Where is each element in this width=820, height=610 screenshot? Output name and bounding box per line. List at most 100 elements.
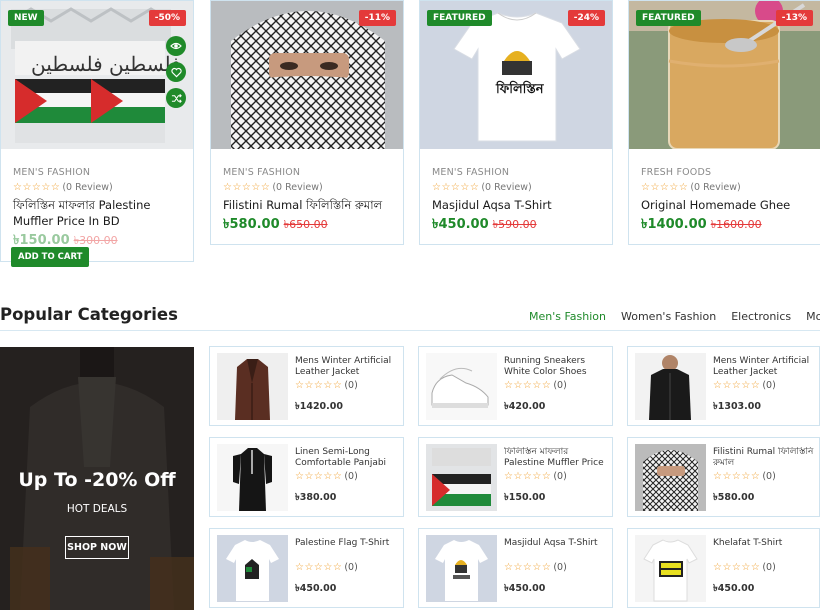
current-price: ৳1400.00 [641, 217, 707, 232]
star-rating-icons: ☆☆☆☆☆ [713, 562, 761, 573]
product-price: ৳450.00 [713, 583, 755, 594]
review-count: (0) [344, 471, 358, 482]
product-name[interactable]: ফিলিস্তিন মাফলার Palestine Muffler Price… [13, 197, 185, 229]
product-thumbnail[interactable] [635, 535, 706, 602]
product-name[interactable]: Masjidul Aqsa T-Shirt [432, 197, 604, 213]
category-tabs: Men's Fashion Women's Fashion Electronic… [529, 310, 820, 331]
discount-badge: -50% [148, 10, 186, 26]
star-rating-icons: ☆☆☆☆☆ [223, 182, 271, 193]
product-name[interactable]: Masjidul Aqsa T-Shirt [504, 538, 610, 549]
product-thumbnail[interactable] [635, 353, 706, 420]
svg-text:فلسطين فلسطين: فلسطين فلسطين [31, 52, 181, 76]
product-category[interactable]: FRESH FOODS [641, 167, 711, 178]
product-card[interactable]: فلسطين فلسطين NEW -50% MEN'S FASHION ☆☆☆… [0, 0, 194, 267]
product-price: ৳450.00 [295, 583, 337, 594]
product-rating: ☆☆☆☆☆ (0) [713, 471, 776, 482]
star-rating-icons: ☆☆☆☆☆ [13, 182, 61, 193]
product-thumbnail[interactable] [426, 535, 497, 602]
product-card[interactable]: -11% MEN'S FASHION ☆☆☆☆☆ (0 Review) Filis… [210, 0, 404, 245]
list-item[interactable]: Masjidul Aqsa T-Shirt ☆☆☆☆☆ (0) ৳450.00 [418, 528, 613, 608]
product-rating: ☆☆☆☆☆ (0 Review) [432, 182, 532, 193]
review-count: (0) [553, 380, 567, 391]
product-thumbnail[interactable] [426, 353, 497, 420]
star-rating-icons: ☆☆☆☆☆ [295, 380, 343, 391]
promo-banner[interactable]: Up To -20% Off HOT DEALS SHOP NOW [0, 347, 194, 610]
review-count: (0) [762, 471, 776, 482]
compare-button[interactable] [166, 88, 186, 108]
current-price: ৳450.00 [432, 217, 489, 232]
section-title: Popular Categories [0, 305, 178, 324]
product-thumbnail[interactable] [217, 353, 288, 420]
product-price: ৳1303.00 [713, 401, 762, 412]
product-price: ৳580.00 [713, 492, 755, 503]
star-rating-icons: ☆☆☆☆☆ [295, 562, 343, 573]
review-count: (0 Review) [272, 182, 323, 193]
product-thumbnail[interactable] [217, 535, 288, 602]
product-rating: ☆☆☆☆☆ (0) [504, 380, 567, 391]
list-item[interactable]: Palestine Flag T-Shirt ☆☆☆☆☆ (0) ৳450.00 [209, 528, 404, 608]
star-rating-icons: ☆☆☆☆☆ [432, 182, 480, 193]
product-name[interactable]: Linen Semi-Long Comfortable Panjabi [295, 447, 401, 469]
list-item[interactable]: Mens Winter Artificial Leather Jacket ☆☆… [209, 346, 404, 426]
banner-subtitle: HOT DEALS [66, 503, 128, 515]
product-name[interactable]: Filistini Rumal ফিলিস্তিনি রুমাল [223, 197, 395, 213]
product-rating: ☆☆☆☆☆ (0) [504, 562, 567, 573]
product-rating: ☆☆☆☆☆ (0) [295, 380, 358, 391]
shop-now-button[interactable]: SHOP NOW [65, 536, 129, 559]
tab-mens-fashion[interactable]: Men's Fashion [529, 310, 606, 331]
product-thumbnail[interactable] [426, 444, 497, 511]
product-rating: ☆☆☆☆☆ (0 Review) [223, 182, 323, 193]
product-name[interactable]: Palestine Flag T-Shirt [295, 538, 401, 549]
product-price: ৳150.00 [504, 492, 546, 503]
product-name[interactable]: Original Homemade Ghee [641, 197, 812, 213]
product-price: ৳1420.00 [295, 401, 344, 412]
star-rating-icons: ☆☆☆☆☆ [713, 471, 761, 482]
product-thumbnail[interactable] [635, 444, 706, 511]
list-item[interactable]: Running Sneakers White Color Shoes ☆☆☆☆☆… [418, 346, 613, 426]
product-rating: ☆☆☆☆☆ (0) [504, 471, 567, 482]
list-item[interactable]: Filistini Rumal ফিলিস্তিনি রুমাল ☆☆☆☆☆ (0… [627, 437, 820, 517]
star-rating-icons: ☆☆☆☆☆ [504, 380, 552, 391]
product-name[interactable]: ফিলিস্তিন মাফলার Palestine Muffler Price… [504, 447, 610, 469]
list-item[interactable]: Mens Winter Artificial Leather Jacket ☆☆… [627, 346, 820, 426]
star-rating-icons: ☆☆☆☆☆ [713, 380, 761, 391]
product-card[interactable]: ফিলিস্তিন FEATURED -24% MEN'S FASHION ☆☆… [419, 0, 613, 245]
tab-electronics[interactable]: Electronics [731, 310, 791, 331]
wishlist-button[interactable] [166, 62, 186, 82]
product-card[interactable]: FEATURED -13% FRESH FOODS ☆☆☆☆☆ (0 Review… [628, 0, 820, 245]
product-rating: ☆☆☆☆☆ (0) [713, 380, 776, 391]
tab-mobile[interactable]: Mobile [806, 310, 820, 331]
product-thumbnail[interactable] [217, 444, 288, 511]
product-name[interactable]: Filistini Rumal ফিলিস্তিনি রুমাল [713, 447, 819, 469]
product-rating: ☆☆☆☆☆ (0) [713, 562, 776, 573]
quick-view-button[interactable] [166, 36, 186, 56]
add-to-cart-button[interactable]: ADD TO CART [11, 247, 90, 267]
old-price: ৳590.00 [492, 218, 537, 231]
product-price: ৳420.00 [504, 401, 546, 412]
product-name[interactable]: Khelafat T-Shirt [713, 538, 819, 549]
product-category[interactable]: MEN'S FASHION [223, 167, 300, 178]
tab-womens-fashion[interactable]: Women's Fashion [621, 310, 716, 331]
banner-title: Up To -20% Off [18, 469, 176, 491]
product-category[interactable]: MEN'S FASHION [432, 167, 509, 178]
product-rating: ☆☆☆☆☆ (0 Review) [13, 182, 113, 193]
product-name[interactable]: Mens Winter Artificial Leather Jacket [295, 356, 401, 378]
discount-badge: -13% [775, 10, 813, 26]
review-count: (0) [762, 562, 776, 573]
list-item[interactable]: Khelafat T-Shirt ☆☆☆☆☆ (0) ৳450.00 [627, 528, 820, 608]
new-badge: NEW [8, 10, 44, 26]
review-count: (0) [553, 471, 567, 482]
section-divider [0, 330, 820, 331]
product-rating: ☆☆☆☆☆ (0 Review) [641, 182, 741, 193]
product-name[interactable]: Running Sneakers White Color Shoes [504, 356, 610, 378]
product-category[interactable]: MEN'S FASHION [13, 167, 90, 178]
shuffle-icon [171, 93, 182, 103]
current-price: ৳580.00 [223, 217, 280, 232]
product-price: ৳1400.00 ৳1600.00 [641, 215, 762, 236]
heart-icon [170, 67, 182, 77]
list-item[interactable]: Linen Semi-Long Comfortable Panjabi ☆☆☆☆… [209, 437, 404, 517]
discount-badge: -24% [567, 10, 605, 26]
review-count: (0) [762, 380, 776, 391]
product-name[interactable]: Mens Winter Artificial Leather Jacket [713, 356, 819, 378]
list-item[interactable]: ফিলিস্তিন মাফলার Palestine Muffler Price… [418, 437, 613, 517]
